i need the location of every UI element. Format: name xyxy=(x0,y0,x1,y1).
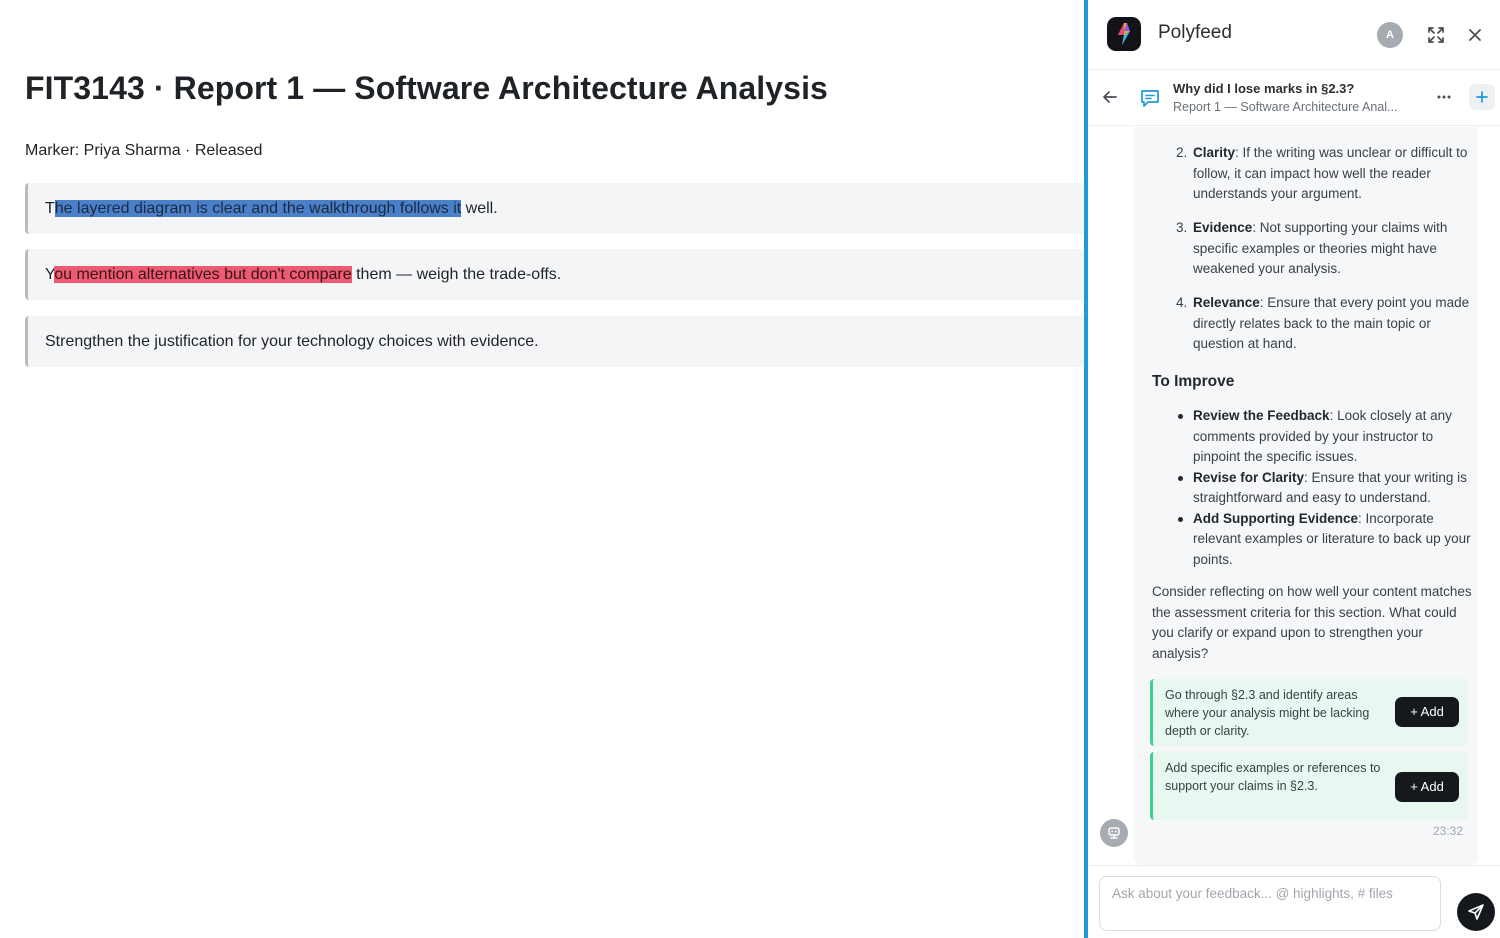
list-item: 3. Evidence: Not supporting your claims … xyxy=(1152,218,1472,280)
more-options-button[interactable] xyxy=(1432,85,1456,109)
feedback-text: Strengthen the justification for your te… xyxy=(45,333,539,350)
send-button[interactable] xyxy=(1457,893,1495,931)
send-icon xyxy=(1468,904,1484,920)
close-icon xyxy=(1469,29,1481,41)
brand-name: Polyfeed xyxy=(1158,22,1232,43)
report-meta: Marker: Priya Sharma · Released xyxy=(25,142,263,159)
list-item: 2. Clarity: If the writing was unclear o… xyxy=(1152,143,1472,205)
suggestion-text: Go through §2.3 and identify areas where… xyxy=(1165,688,1370,738)
expand-icon xyxy=(1428,27,1444,43)
add-suggestion-button[interactable]: + Add xyxy=(1395,772,1459,802)
add-suggestion-button[interactable]: + Add xyxy=(1395,697,1459,727)
conversation-header: Why did I lose marks in §2.3? Report 1 —… xyxy=(1088,70,1500,126)
bullet-dot xyxy=(1178,475,1183,481)
feedback-text: T xyxy=(45,200,55,217)
bullet-term: Add Supporting Evidence xyxy=(1193,510,1359,526)
more-icon xyxy=(1437,95,1451,99)
suggestion-card: Go through §2.3 and identify areas where… xyxy=(1150,679,1468,746)
expand-button[interactable] xyxy=(1424,23,1448,47)
polyfeed-logo xyxy=(1107,17,1141,51)
bullet-dot xyxy=(1178,414,1183,419)
list-number: 3. xyxy=(1176,220,1188,235)
feedback-comment[interactable]: The layered diagram is clear and the wal… xyxy=(25,183,1087,234)
chat-icon xyxy=(1141,90,1159,107)
list-number: 4. xyxy=(1176,295,1188,310)
message-input[interactable] xyxy=(1099,876,1441,931)
composer xyxy=(1088,865,1500,938)
bullet-item: Add Supporting Evidence: Incorporate rel… xyxy=(1152,509,1472,571)
conversation-title: Why did I lose marks in §2.3? xyxy=(1173,81,1355,96)
message-list[interactable]: 2. Clarity: If the writing was unclear o… xyxy=(1088,127,1500,865)
closing-text: Consider reflecting on how well your con… xyxy=(1152,584,1472,661)
back-button[interactable] xyxy=(1098,85,1122,109)
list-number: 2. xyxy=(1176,145,1188,160)
message-timestamp: 23:32 xyxy=(1433,824,1464,838)
plus-icon xyxy=(1476,91,1488,103)
list-term: Relevance xyxy=(1193,295,1260,310)
list-term: Evidence xyxy=(1193,220,1253,235)
assistant-message-content: 2. Clarity: If the writing was unclear o… xyxy=(1152,143,1472,664)
bullet-term: Review the Feedback xyxy=(1193,408,1330,423)
logo-icon xyxy=(1118,23,1130,45)
highlight-red[interactable]: ou mention alternatives but don't compar… xyxy=(54,266,352,283)
suggestion-card: Add specific examples or references to s… xyxy=(1150,752,1468,820)
report-document: FIT3143 · Report 1 — Software Architectu… xyxy=(0,0,1087,938)
highlight-blue[interactable]: he layered diagram is clear and the walk… xyxy=(54,200,462,217)
panel-header: Polyfeed A xyxy=(1088,0,1500,70)
page-title: FIT3143 · Report 1 — Software Architectu… xyxy=(25,70,828,106)
list-term: Clarity xyxy=(1193,145,1236,160)
feedback-text: Y xyxy=(45,266,55,283)
conversation-subtitle: Report 1 — Software Architecture Anal... xyxy=(1173,100,1398,114)
assistant-avatar xyxy=(1100,819,1128,847)
bullet-item: Review the Feedback: Look closely at any… xyxy=(1152,406,1472,468)
feedback-text: them — weigh the trade-offs. xyxy=(351,266,562,283)
bullet-term: Revise for Clarity xyxy=(1193,469,1305,485)
bullet-item: Revise for Clarity: Ensure that your wri… xyxy=(1152,468,1472,509)
back-arrow-icon xyxy=(1103,91,1117,103)
feedback-comment[interactable]: You mention alternatives but don't compa… xyxy=(25,249,1087,300)
suggestion-text: Add specific examples or references to s… xyxy=(1165,761,1381,793)
user-avatar[interactable]: A xyxy=(1377,22,1403,48)
list-text: : If the writing was unclear or difficul… xyxy=(1193,145,1468,201)
polyfeed-panel: Polyfeed A Why did I lose marks in §2.3?… xyxy=(1084,0,1500,938)
section-heading: To Improve xyxy=(1152,372,1235,390)
bullet-dot xyxy=(1178,516,1183,522)
feedback-comment[interactable]: Strengthen the justification for your te… xyxy=(25,316,1087,367)
feedback-text: well. xyxy=(461,200,498,217)
bot-icon xyxy=(1108,827,1120,839)
new-chat-button[interactable] xyxy=(1469,84,1495,110)
close-button[interactable] xyxy=(1463,23,1487,47)
list-item: 4. Relevance: Ensure that every point yo… xyxy=(1152,293,1472,355)
